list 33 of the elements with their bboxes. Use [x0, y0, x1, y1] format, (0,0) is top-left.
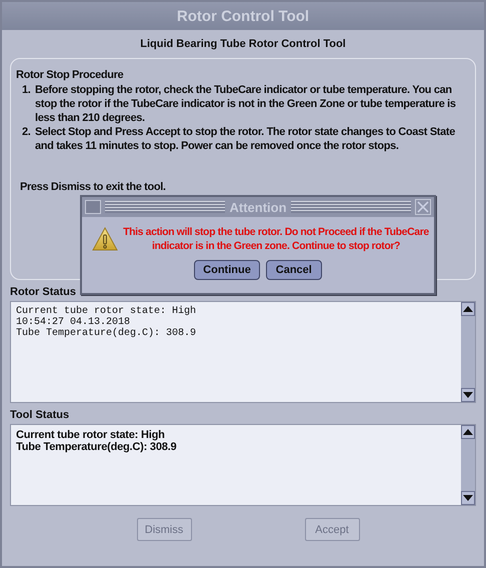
- scroll-down-button[interactable]: [461, 491, 475, 505]
- cancel-button[interactable]: Cancel: [266, 260, 322, 280]
- warning-icon: [92, 227, 118, 251]
- step-text: Select Stop and Press Accept to stop the rotor. The rotor state changes to Coast State and takes 11 minutes to stop. Power can be removed once the rotor stops.: [35, 125, 456, 153]
- status-line: Tube Temperature(deg.C): 308.9: [16, 441, 178, 453]
- window-title: Rotor Control Tool: [176, 8, 310, 24]
- close-icon: [417, 201, 430, 213]
- tool-heading: Liquid Bearing Tube Rotor Control Tool: [139, 37, 347, 52]
- section-label: Rotor Status: [10, 286, 77, 298]
- scrollbar[interactable]: [461, 425, 475, 505]
- procedure-title: Rotor Stop Procedure: [16, 69, 124, 81]
- up-arrow-icon: [463, 429, 473, 435]
- step-number: 2.: [22, 125, 32, 140]
- text-area[interactable]: Current tube rotor state: High Tube Temperature(deg.C): 308.9: [10, 424, 476, 506]
- status-line: Current tube rotor state: High: [16, 429, 166, 441]
- warning-message: This action will stop the tube rotor. Do not Proceed if the TubeCare indicator is in the Green zone. Continue to stop rotor?: [122, 225, 430, 253]
- scroll-down-button[interactable]: [461, 388, 475, 402]
- continue-button[interactable]: Continue: [194, 260, 260, 280]
- status-line: Tube Temperature(deg.C): 308.9: [16, 328, 198, 339]
- step-text: Before stopping the rotor, check the TubeCare indicator or tube temperature. You can stop the rotor if the TubeCare indicator is not in the Green Zone or tube temperature is less than 210 degrees.: [35, 83, 457, 125]
- scrollbar[interactable]: [461, 302, 475, 402]
- scroll-up-button[interactable]: [461, 425, 475, 439]
- down-arrow-icon: [463, 495, 473, 501]
- status-line: Current tube rotor state: High: [16, 306, 198, 317]
- section-label: Tool Status: [10, 409, 70, 421]
- scroll-up-button[interactable]: [461, 302, 475, 316]
- dialog-title: Attention: [229, 200, 287, 214]
- up-arrow-icon: [463, 306, 473, 312]
- text-area[interactable]: Current tube rotor state: High 10:54:27 04.13.2018 Tube Temperature(deg.C): 308.9: [10, 301, 476, 403]
- procedure-note: Press Dismiss to exit the tool.: [19, 181, 167, 193]
- down-arrow-icon: [463, 392, 473, 398]
- status-line: 10:54:27 04.13.2018: [16, 317, 130, 328]
- step-number: 1.: [22, 83, 32, 98]
